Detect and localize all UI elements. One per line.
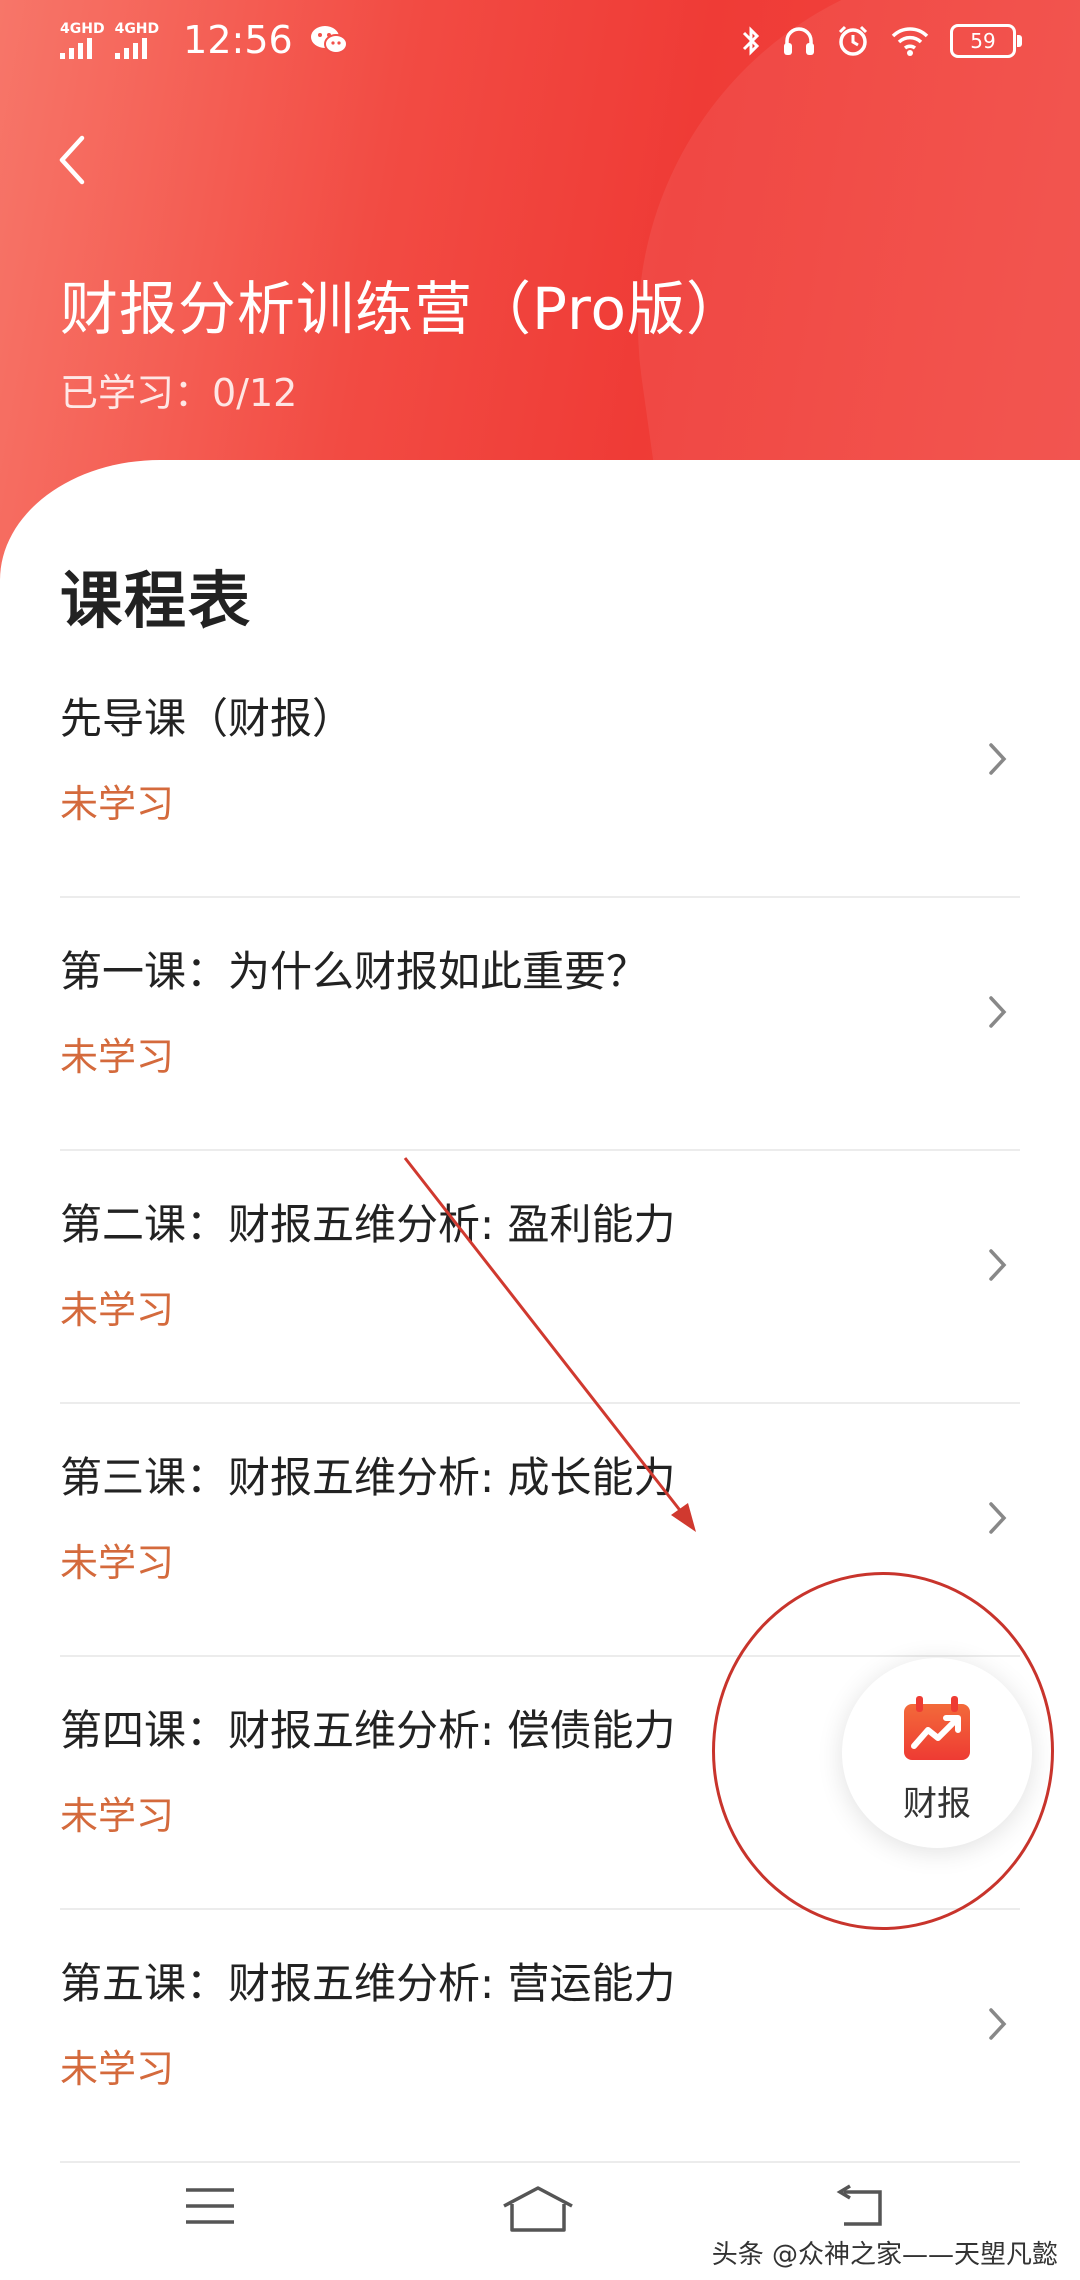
chevron-right-icon <box>989 1502 1007 1534</box>
lesson-name: 第四课：财报五维分析: 偿债能力 <box>60 1706 676 1755</box>
schedule-heading-text: 课程表 <box>60 564 253 637</box>
wifi-icon <box>891 27 929 56</box>
back-icon[interactable] <box>830 2184 890 2232</box>
lesson-name: 先导课（财报） <box>60 694 355 743</box>
lesson-status: 未学习 <box>60 782 175 826</box>
chevron-right-icon <box>989 1249 1007 1281</box>
lesson-status: 未学习 <box>60 1541 175 1585</box>
page-title: 财报分析训练营（Pro版） <box>60 275 746 343</box>
lesson-name: 第五课：财报五维分析: 营运能力 <box>60 1959 676 2008</box>
lesson-item-0[interactable]: 先导课（财报） 未学习 <box>60 645 1020 898</box>
lesson-item-2[interactable]: 第二课：财报五维分析: 盈利能力 未学习 <box>60 1151 1020 1404</box>
status-bar: 4GHD 4GHD 12:56 59 <box>0 0 1080 86</box>
lesson-status: 未学习 <box>60 1288 175 1332</box>
schedule-heading: 课程表 <box>60 550 252 640</box>
headphones-icon <box>784 27 814 55</box>
network-label-2: 4GHD <box>114 20 160 37</box>
bluetooth-icon <box>742 26 760 56</box>
lesson-item-1[interactable]: 第一课：为什么财报如此重要？ 未学习 <box>60 898 1020 1151</box>
menu-icon[interactable] <box>184 2184 236 2228</box>
course-schedule-panel: 课程表 先导课（财报） 未学习 第一课：为什么财报如此重要？ 未学习 第二课：财… <box>0 460 1080 2280</box>
learning-progress: 已学习：0/12 <box>60 371 298 415</box>
lesson-item-5[interactable]: 第五课：财报五维分析: 营运能力 未学习 <box>60 1910 1020 2163</box>
wechat-icon <box>310 26 348 54</box>
lesson-status: 未学习 <box>60 1035 175 1079</box>
signal-2-icon: 4GHD <box>114 20 160 59</box>
lesson-name: 第三课：财报五维分析: 成长能力 <box>60 1453 676 1502</box>
home-icon[interactable] <box>500 2184 576 2234</box>
back-arrow-icon[interactable] <box>52 130 92 190</box>
lesson-status: 未学习 <box>60 1794 175 1838</box>
lesson-name: 第二课：财报五维分析: 盈利能力 <box>60 1200 676 1249</box>
annotation-circle <box>712 1572 1054 1930</box>
chevron-right-icon <box>989 2008 1007 2040</box>
alarm-icon <box>838 25 868 56</box>
network-label-1: 4GHD <box>60 20 105 37</box>
battery-icon: 59 <box>950 24 1022 58</box>
watermark: 头条 @众神之家——天塱凡懿 <box>711 2240 1058 2270</box>
clock: 12:56 <box>183 18 293 62</box>
lesson-status: 未学习 <box>60 2047 175 2091</box>
signal-1-icon: 4GHD <box>60 20 105 59</box>
chevron-right-icon <box>989 996 1007 1028</box>
chevron-right-icon <box>989 743 1007 775</box>
lesson-name: 第一课：为什么财报如此重要？ <box>60 947 649 996</box>
